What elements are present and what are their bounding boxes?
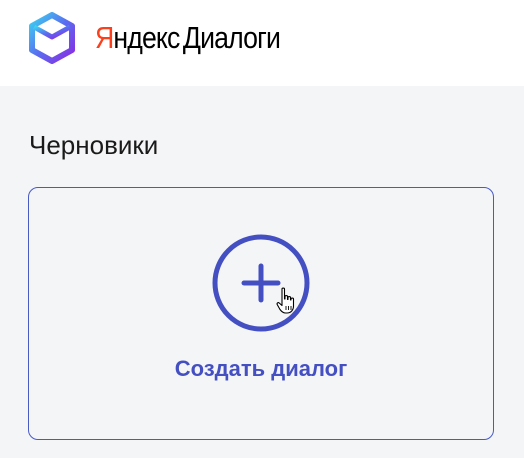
cube-logo-icon[interactable] — [26, 12, 78, 64]
create-dialog-label[interactable]: Создать диалог — [29, 356, 493, 382]
create-dialog-card[interactable]: Создать диалог — [28, 187, 494, 440]
brand-first-letter: Я — [95, 20, 114, 55]
brand-rest: ндекс — [113, 20, 180, 55]
plus-icon[interactable] — [212, 234, 310, 332]
product-name: Диалоги — [182, 20, 281, 55]
drafts-section-title: Черновики — [29, 130, 159, 160]
top-header: Яндекс Диалоги — [0, 0, 524, 86]
brand-logo-text[interactable]: Яндекс Диалоги — [95, 20, 281, 60]
brand-name: Яндекс — [95, 20, 180, 56]
